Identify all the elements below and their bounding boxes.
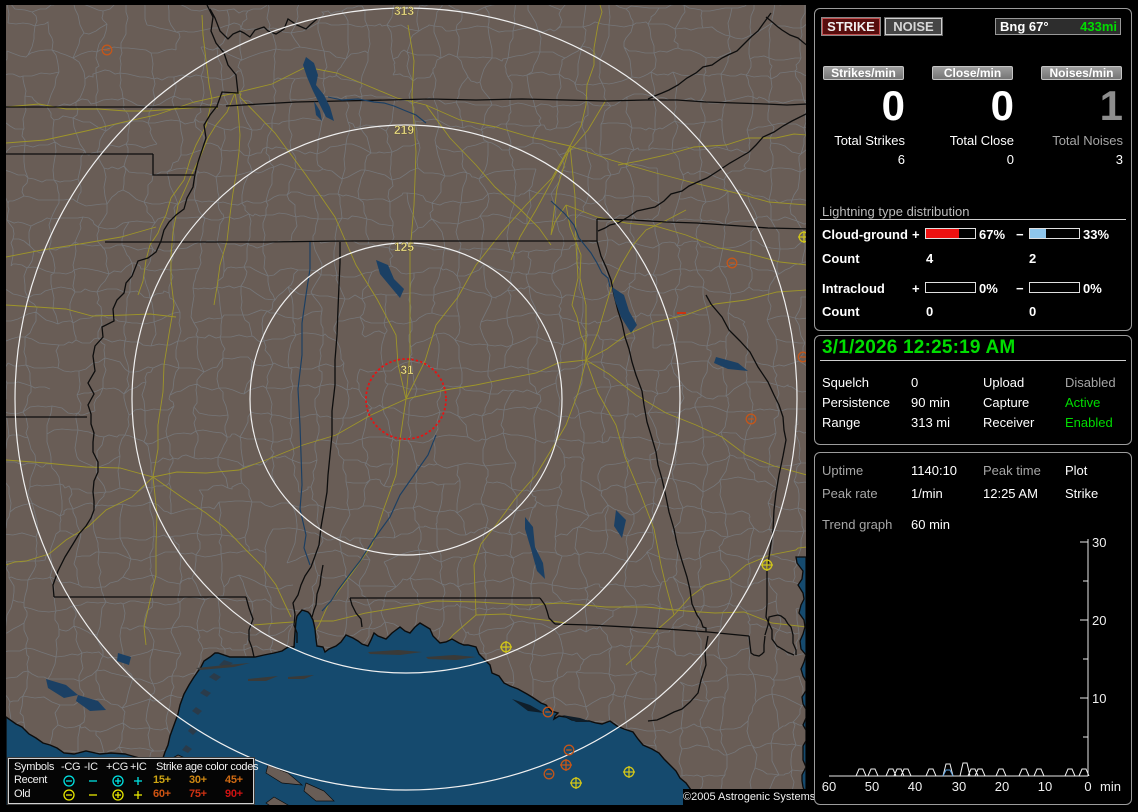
svg-text:30: 30 — [1092, 535, 1106, 550]
svg-text:313: 313 — [394, 5, 414, 18]
svg-text:31: 31 — [400, 363, 414, 377]
svg-text:0: 0 — [1084, 779, 1091, 794]
svg-text:40: 40 — [908, 779, 922, 794]
svg-text:min: min — [1100, 779, 1121, 794]
svg-text:30: 30 — [952, 779, 966, 794]
svg-text:60: 60 — [822, 779, 836, 794]
svg-text:10: 10 — [1092, 691, 1106, 706]
svg-text:20: 20 — [995, 779, 1009, 794]
svg-text:20: 20 — [1092, 613, 1106, 628]
svg-text:50: 50 — [865, 779, 879, 794]
svg-text:10: 10 — [1038, 779, 1052, 794]
svg-text:125: 125 — [394, 240, 414, 254]
svg-text:219: 219 — [394, 123, 414, 137]
